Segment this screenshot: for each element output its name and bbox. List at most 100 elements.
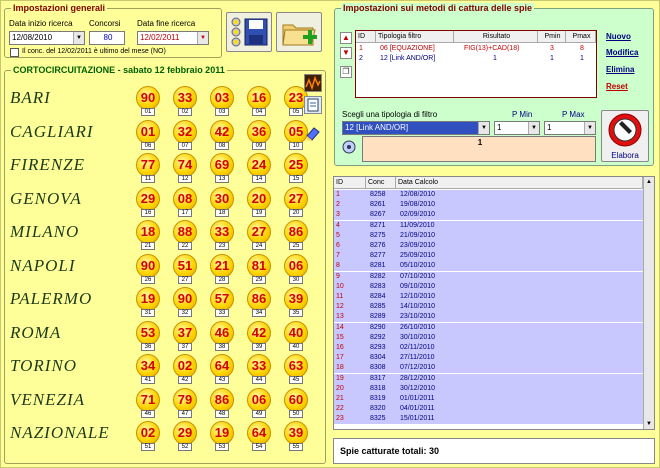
filter-result-field[interactable]: 1 <box>362 136 596 162</box>
draws-field[interactable]: 80 <box>89 31 125 45</box>
list-item[interactable]: 4 8271 11/09/2010 <box>334 220 643 231</box>
col-result-conc[interactable]: Conc <box>366 177 396 189</box>
list-item[interactable]: 12 8285 14/10/2010 <box>334 302 643 313</box>
number-bulb[interactable]: 21 28 <box>210 253 234 284</box>
number-bulb[interactable]: 33 23 <box>210 220 234 250</box>
number-bulb[interactable]: 64 43 <box>210 354 234 384</box>
number-bulb[interactable]: 02 42 <box>173 354 197 384</box>
filter-type-select[interactable]: 12 [Link AND/OR] ▼ <box>342 121 490 135</box>
list-item[interactable]: 15 8292 30/10/2010 <box>334 332 643 343</box>
number-bulb[interactable]: 69 13 <box>210 153 234 183</box>
number-bulb[interactable]: 33 02 <box>173 86 197 116</box>
number-bulb[interactable]: 33 44 <box>247 354 271 384</box>
list-item[interactable]: 6 8276 23/09/2010 <box>334 241 643 251</box>
list-item[interactable]: 7 8277 25/09/2010 <box>334 251 643 262</box>
number-bulb[interactable]: 90 32 <box>173 287 197 317</box>
list-item[interactable]: 11 8284 12/10/2010 <box>334 292 643 302</box>
number-bulb[interactable]: 57 33 <box>210 287 234 317</box>
number-bulb[interactable]: 88 22 <box>173 220 197 250</box>
move-up-icon[interactable]: ▲ <box>340 32 352 44</box>
list-item[interactable]: 20 8318 30/12/2010 <box>334 383 643 394</box>
number-bulb[interactable]: 86 34 <box>247 287 271 317</box>
list-item[interactable]: 3 8267 02/09/2010 <box>334 210 643 221</box>
delete-link[interactable]: Elimina <box>606 65 634 74</box>
last-of-month-checkbox[interactable] <box>10 48 19 57</box>
number-bulb[interactable]: 40 40 <box>284 320 308 351</box>
number-bulb[interactable]: 74 12 <box>173 153 197 183</box>
number-bulb[interactable]: 27 24 <box>247 220 271 250</box>
number-bulb[interactable]: 29 16 <box>136 186 160 217</box>
list-item[interactable]: 10 8283 09/10/2010 <box>334 281 643 292</box>
pmax-select[interactable]: 1 ▼ <box>544 121 596 135</box>
number-bulb[interactable]: 81 29 <box>247 253 271 284</box>
list-item[interactable]: 13 8289 23/10/2010 <box>334 312 643 323</box>
col-pmax[interactable]: Pmax <box>566 31 596 43</box>
number-bulb[interactable]: 39 35 <box>284 287 308 317</box>
list-item[interactable]: 16 8293 02/11/2010 <box>334 343 643 353</box>
number-bulb[interactable]: 19 31 <box>136 287 160 317</box>
number-bulb[interactable]: 37 37 <box>173 320 197 351</box>
number-bulb[interactable]: 36 09 <box>247 119 271 150</box>
number-bulb[interactable]: 34 41 <box>136 354 160 384</box>
document-icon[interactable] <box>304 96 322 114</box>
number-bulb[interactable]: 77 11 <box>136 153 160 183</box>
list-item[interactable]: 17 8304 27/11/2010 <box>334 353 643 364</box>
table-row[interactable]: 2 12 [Link AND/OR] 1 1 1 <box>356 54 596 64</box>
list-item[interactable]: 21 8319 01/01/2011 <box>334 394 643 404</box>
number-bulb[interactable]: 46 38 <box>210 320 234 351</box>
number-bulb[interactable]: 63 45 <box>284 354 308 384</box>
number-bulb[interactable]: 71 46 <box>136 387 160 418</box>
save-button[interactable] <box>226 12 272 52</box>
number-bulb[interactable]: 03 03 <box>210 86 234 116</box>
open-folder-button[interactable] <box>276 12 322 52</box>
list-item[interactable]: 2 8261 19/08/2010 <box>334 200 643 211</box>
number-bulb[interactable]: 86 25 <box>284 220 308 250</box>
number-bulb[interactable]: 29 52 <box>173 421 197 451</box>
number-bulb[interactable]: 19 53 <box>210 421 234 451</box>
number-bulb[interactable]: 06 49 <box>247 387 271 418</box>
number-bulb[interactable]: 16 04 <box>247 86 271 116</box>
number-bulb[interactable]: 90 26 <box>136 253 160 284</box>
col-id[interactable]: ID <box>356 31 376 43</box>
number-bulb[interactable]: 18 21 <box>136 220 160 250</box>
number-bulb[interactable]: 01 06 <box>136 119 160 150</box>
copy-icon[interactable]: ❐ <box>340 66 352 78</box>
end-date-field[interactable]: 12/02/2011 ▼ <box>137 31 209 45</box>
col-tipologia[interactable]: Tipologia filtro <box>376 31 454 43</box>
list-item[interactable]: 1 8258 12/08/2010 <box>334 190 643 200</box>
number-bulb[interactable]: 60 50 <box>284 387 308 418</box>
results-scrollbar[interactable]: ▲ ▼ <box>643 177 654 429</box>
elabora-button[interactable]: Elabora <box>601 110 649 162</box>
number-bulb[interactable]: 53 36 <box>136 320 160 351</box>
col-pmin[interactable]: Pmin <box>538 31 566 43</box>
move-down-icon[interactable]: ▼ <box>340 47 352 59</box>
list-item[interactable]: 18 8308 07/12/2010 <box>334 363 643 374</box>
col-risultato[interactable]: Risultato <box>454 31 538 43</box>
chevron-down-icon[interactable]: ▼ <box>584 122 595 134</box>
number-bulb[interactable]: 90 01 <box>136 86 160 116</box>
number-bulb[interactable]: 08 17 <box>173 186 197 217</box>
list-item[interactable]: 9 8282 07/10/2010 <box>334 271 643 282</box>
number-bulb[interactable]: 24 14 <box>247 153 271 183</box>
edit-link[interactable]: Modifica <box>606 48 638 57</box>
chevron-down-icon[interactable]: ▼ <box>478 122 489 134</box>
scroll-down-icon[interactable]: ▼ <box>644 419 654 429</box>
eraser-icon[interactable] <box>304 124 322 142</box>
scroll-up-icon[interactable]: ▲ <box>644 177 654 187</box>
number-bulb[interactable]: 06 30 <box>284 253 308 284</box>
list-item[interactable]: 14 8290 26/10/2010 <box>334 322 643 333</box>
number-bulb[interactable]: 30 18 <box>210 186 234 217</box>
table-row[interactable]: 1 06 [EQUAZIONE] FIG(13)+CAD(18) 3 8 <box>356 44 596 54</box>
filter-options-icon[interactable] <box>340 138 358 156</box>
list-item[interactable]: 23 8325 15/01/2011 <box>334 414 643 425</box>
chevron-down-icon[interactable]: ▼ <box>73 32 84 44</box>
list-item[interactable]: 22 8320 04/01/2011 <box>334 404 643 415</box>
number-bulb[interactable]: 25 15 <box>284 153 308 183</box>
number-bulb[interactable]: 42 39 <box>247 320 271 351</box>
number-bulb[interactable]: 20 19 <box>247 186 271 217</box>
number-bulb[interactable]: 02 51 <box>136 421 160 451</box>
number-bulb[interactable]: 51 27 <box>173 253 197 284</box>
number-bulb[interactable]: 64 54 <box>247 421 271 451</box>
list-item[interactable]: 19 8317 28/12/2010 <box>334 373 643 384</box>
number-bulb[interactable]: 42 08 <box>210 119 234 150</box>
